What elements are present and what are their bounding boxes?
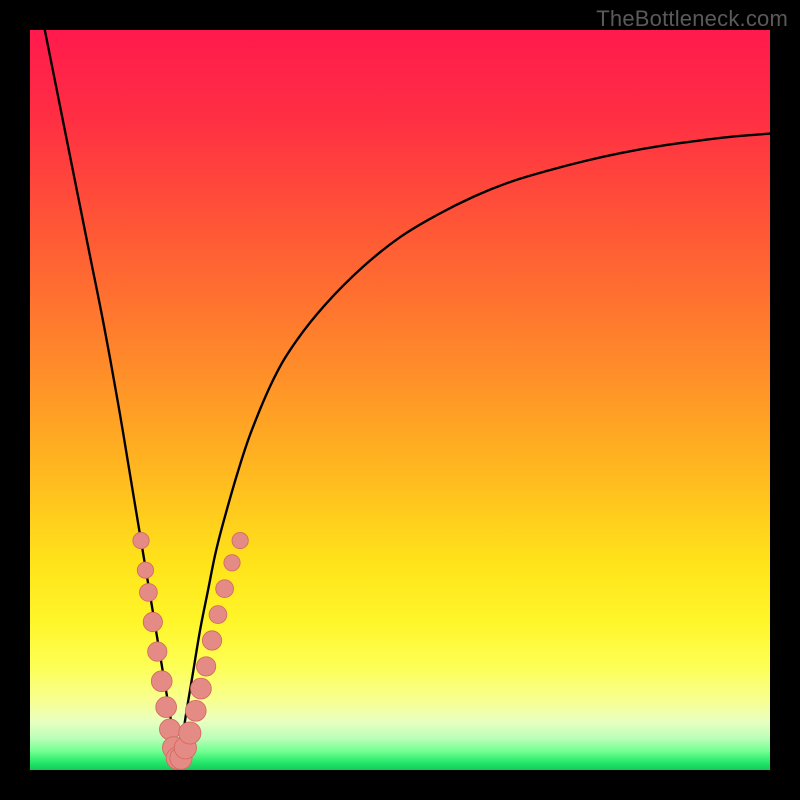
data-marker: [179, 722, 201, 744]
data-marker: [185, 700, 206, 721]
data-marker: [197, 657, 216, 676]
data-marker: [137, 562, 153, 578]
data-marker: [191, 678, 212, 699]
plot-area: [30, 30, 770, 770]
data-marker: [216, 580, 234, 598]
data-marker: [133, 532, 149, 548]
chart-frame: TheBottleneck.com: [0, 0, 800, 800]
bottleneck-curve: [30, 30, 770, 770]
data-marker: [224, 555, 240, 571]
data-marker: [143, 612, 162, 631]
data-marker: [148, 642, 167, 661]
data-marker: [156, 697, 177, 718]
data-marker: [151, 671, 172, 692]
data-marker: [140, 584, 158, 602]
data-marker: [232, 532, 248, 548]
watermark-text: TheBottleneck.com: [596, 6, 788, 32]
data-marker: [160, 719, 181, 740]
data-marker: [202, 631, 221, 650]
data-marker: [209, 606, 227, 624]
